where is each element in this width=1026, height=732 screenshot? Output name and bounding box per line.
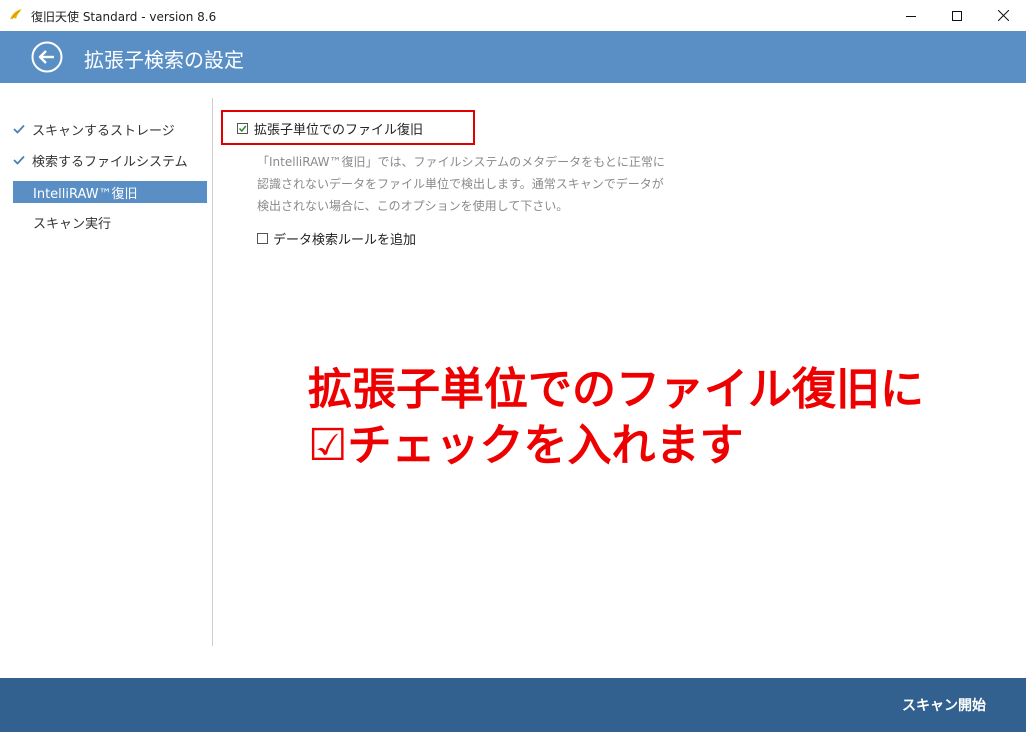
- minimize-icon: [906, 15, 916, 17]
- sidebar-divider: [212, 98, 213, 646]
- checkmark-icon: [13, 124, 31, 134]
- description-line: 「IntelliRAW™復旧」では、ファイルシステムのメタデータをもとに正常に: [257, 155, 665, 169]
- description-line: 検出されない場合に、このオプションを使用して下さい。: [257, 199, 569, 213]
- extension-recovery-checkbox[interactable]: [237, 123, 248, 134]
- add-rule-checkbox[interactable]: [257, 233, 268, 244]
- page-title: 拡張子検索の設定: [84, 48, 244, 72]
- annotation-line: ☑チェックを入れます: [308, 420, 744, 471]
- close-button[interactable]: [980, 0, 1026, 31]
- angel-wing-icon: [10, 9, 22, 20]
- page-header: 拡張子検索の設定: [0, 31, 1026, 83]
- sidebar-item-scan-run[interactable]: スキャン実行: [13, 211, 207, 233]
- window-titlebar: 復旧天使 Standard - version 8.6: [0, 0, 1026, 32]
- sidebar-item-label: スキャンするストレージ: [32, 123, 175, 139]
- checkmark-icon: [13, 155, 31, 165]
- sidebar-item-storage[interactable]: スキャンするストレージ: [13, 118, 207, 140]
- sidebar-item-label: スキャン実行: [33, 216, 112, 232]
- start-scan-button[interactable]: スキャン開始: [902, 695, 986, 715]
- sidebar-item-intelliraw[interactable]: IntelliRAW™復旧: [13, 181, 207, 203]
- back-arrow-icon[interactable]: [31, 41, 63, 73]
- window-title: 復旧天使 Standard - version 8.6: [31, 10, 217, 24]
- maximize-icon: [952, 10, 962, 21]
- sidebar-item-label: 検索するファイルシステム: [32, 154, 188, 170]
- checkmark-icon: [238, 125, 247, 133]
- add-rule-label[interactable]: データ検索ルールを追加: [273, 229, 416, 248]
- description-line: 認識されないデータをファイル単位で検出します。通常スキャンでデータが: [257, 177, 664, 191]
- annotation-line: 拡張子単位でのファイル復旧に: [308, 364, 924, 415]
- close-icon: [997, 10, 1009, 21]
- sidebar-item-filesystem[interactable]: 検索するファイルシステム: [13, 149, 207, 171]
- annotation-text: 拡張子単位でのファイル復旧に ☑チェックを入れます: [308, 362, 924, 474]
- sidebar-item-label: IntelliRAW™復旧: [33, 186, 138, 202]
- footer-bar: スキャン開始: [0, 678, 1026, 732]
- maximize-button[interactable]: [934, 0, 980, 31]
- option-description: 「IntelliRAW™復旧」では、ファイルシステムのメタデータをもとに正常に …: [257, 151, 677, 217]
- extension-recovery-label[interactable]: 拡張子単位でのファイル復旧: [254, 119, 423, 138]
- minimize-button[interactable]: [888, 0, 934, 31]
